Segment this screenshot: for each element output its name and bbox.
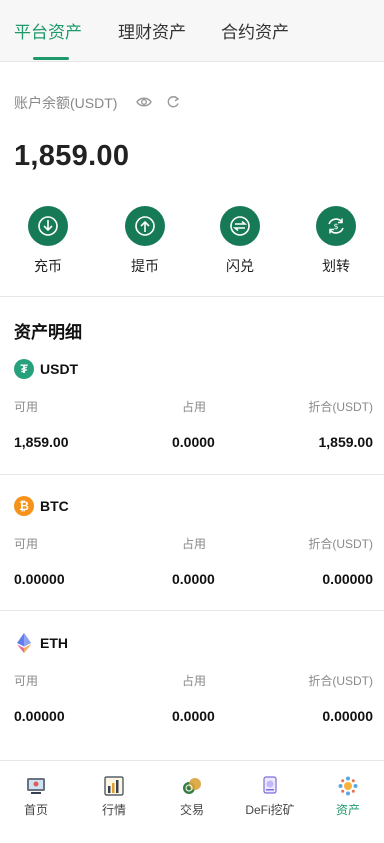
available-header: 可用	[14, 400, 39, 414]
available-header: 可用	[14, 537, 39, 551]
eye-icon[interactable]	[136, 95, 152, 109]
frozen-value: 0.0000	[172, 708, 215, 724]
available-value: 1,859.00	[14, 434, 69, 450]
coin-header: ₿ BTC	[14, 496, 69, 516]
coin-header: ₮ USDT	[14, 359, 78, 379]
available-value: 0.00000	[14, 708, 65, 724]
tab-finance-assets[interactable]: 理财资产	[118, 18, 186, 43]
frozen-header: 占用	[182, 674, 207, 688]
nav-label: 交易	[179, 803, 204, 817]
action-bar: 充币 提币 闪兑 $ 划转	[0, 206, 384, 280]
svg-text:$: $	[333, 222, 338, 231]
eth-icon	[14, 633, 34, 653]
deposit-label: 充币	[34, 258, 62, 274]
tab-contract-assets[interactable]: 合约资产	[221, 18, 289, 43]
available-value: 0.00000	[14, 571, 65, 587]
nav-label: 资产	[335, 803, 360, 817]
withdraw-icon	[125, 206, 165, 246]
nav-item-trade[interactable]: 交易	[156, 775, 228, 818]
nav-item-assets[interactable]: 资产	[312, 775, 384, 818]
available-header: 可用	[14, 674, 39, 688]
transfer-label: 划转	[322, 258, 350, 274]
active-tab-indicator	[33, 57, 69, 60]
asset-divider	[0, 610, 384, 611]
bottom-nav: 首页 行情 交易 DeFi挖矿 资产	[0, 760, 384, 843]
swap-button[interactable]: 闪兑	[210, 206, 270, 276]
converted-header: 折合(USDT)	[308, 674, 373, 688]
converted-value: 1,859.00	[318, 434, 374, 450]
asset-tabs: 平台资产 理财资产 合约资产	[0, 0, 384, 62]
coin-header: ETH	[14, 633, 68, 653]
frozen-header: 占用	[182, 400, 207, 414]
coin-name: BTC	[40, 498, 69, 514]
tab-platform-assets[interactable]: 平台资产	[14, 18, 82, 43]
transfer-button[interactable]: $ 划转	[306, 206, 366, 276]
home-icon	[27, 778, 45, 794]
nav-label: DeFi挖矿	[245, 803, 295, 817]
deposit-icon	[28, 206, 68, 246]
balance-value: 1,859.00	[14, 140, 130, 172]
converted-value: 0.00000	[322, 708, 373, 724]
asset-divider	[0, 474, 384, 475]
nav-item-defi-mining[interactable]: DeFi挖矿	[234, 775, 306, 818]
swap-icon	[220, 206, 260, 246]
deposit-button[interactable]: 充币	[18, 206, 78, 276]
frozen-value: 0.0000	[172, 571, 215, 587]
withdraw-label: 提币	[131, 258, 159, 274]
transfer-icon: $	[316, 206, 356, 246]
converted-value: 0.00000	[322, 571, 373, 587]
swap-label: 闪兑	[226, 258, 254, 274]
converted-header: 折合(USDT)	[308, 537, 373, 551]
usdt-icon: ₮	[14, 359, 34, 379]
assets-icon	[338, 776, 358, 796]
nav-item-market[interactable]: 行情	[78, 775, 150, 818]
coin-name: USDT	[40, 361, 79, 377]
nav-label: 首页	[23, 803, 48, 817]
coin-name: ETH	[40, 635, 68, 651]
nav-item-home[interactable]: 首页	[0, 775, 72, 818]
frozen-header: 占用	[182, 537, 207, 551]
section-divider	[0, 296, 384, 297]
converted-header: 折合(USDT)	[308, 400, 373, 414]
frozen-value: 0.0000	[172, 434, 215, 450]
refresh-icon[interactable]	[166, 95, 180, 109]
btc-icon: ₿	[14, 496, 34, 516]
trade-icon	[183, 778, 201, 794]
nav-label: 行情	[101, 803, 126, 817]
balance-label: 账户余额(USDT)	[14, 95, 118, 111]
market-icon	[104, 776, 124, 796]
asset-details-title: 资产明细	[14, 323, 82, 342]
withdraw-button[interactable]: 提币	[115, 206, 175, 276]
defi-mining-icon	[263, 776, 277, 794]
